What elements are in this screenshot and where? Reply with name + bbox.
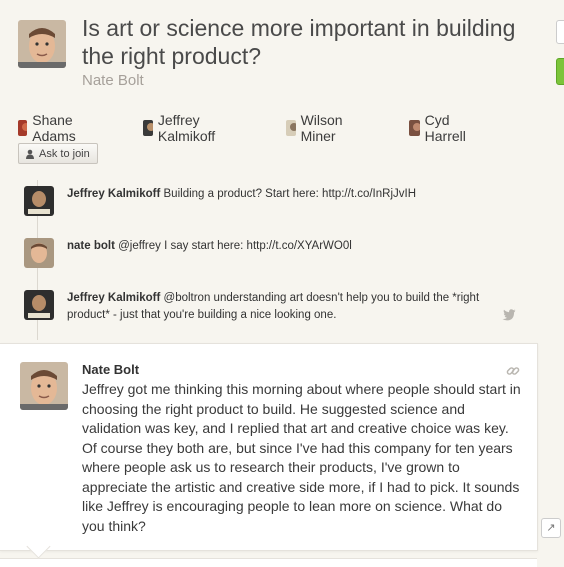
ask-to-join-label: Ask to join <box>39 147 90 160</box>
tweet-body: @jeffrey I say start here: http://t.co/X… <box>118 240 352 252</box>
participant-shane-adams[interactable]: Shane Adams <box>18 112 83 144</box>
participant-cyd-harrell[interactable]: Cyd Harrell <box>409 112 471 144</box>
tweet-avatar[interactable] <box>24 238 54 268</box>
tweet-body: Building a product? Start here: http://t… <box>163 188 417 200</box>
ask-to-join-button[interactable]: Ask to join <box>18 143 98 164</box>
question-author[interactable]: Nate Bolt <box>82 72 144 89</box>
participant-avatar <box>409 120 420 136</box>
participant-avatar <box>18 120 28 136</box>
author-avatar[interactable] <box>18 20 66 68</box>
participant-name: Shane Adams <box>32 112 76 144</box>
participant-wilson-miner[interactable]: Wilson Miner <box>286 112 349 144</box>
tweet-3: Jeffrey Kalmikoff @boltron understanding… <box>67 290 507 324</box>
question-title: Is art or science more important in buil… <box>82 15 516 69</box>
participant-avatar <box>286 120 296 136</box>
participant-name: Cyd Harrell <box>424 112 466 144</box>
post-author-avatar[interactable] <box>20 362 68 410</box>
tweet-author[interactable]: nate bolt <box>67 240 115 252</box>
participant-avatar <box>143 120 153 136</box>
post-author[interactable]: Nate Bolt <box>82 362 139 377</box>
tweet-2: nate bolt @jeffrey I say start here: htt… <box>67 238 527 255</box>
edge-button[interactable] <box>556 20 564 44</box>
edge-green-button[interactable] <box>556 58 564 85</box>
tweet-avatar[interactable] <box>24 290 54 320</box>
tweet-author[interactable]: Jeffrey Kalmikoff <box>67 188 160 200</box>
participant-name: Jeffrey Kalmikoff <box>157 112 216 144</box>
participant-jeffrey-kalmikoff[interactable]: Jeffrey Kalmikoff <box>143 112 221 144</box>
tweet-1: Jeffrey Kalmikoff Building a product? St… <box>67 186 527 203</box>
cursor-icon[interactable]: ↗ <box>541 518 561 538</box>
tweet-author[interactable]: Jeffrey Kalmikoff <box>67 292 160 304</box>
twitter-bird-icon[interactable] <box>502 308 516 326</box>
post-body: Jeffrey got me thinking this morning abo… <box>82 381 521 534</box>
person-icon <box>26 149 34 159</box>
participant-name: Wilson Miner <box>300 112 343 144</box>
tweet-avatar[interactable] <box>24 186 54 216</box>
